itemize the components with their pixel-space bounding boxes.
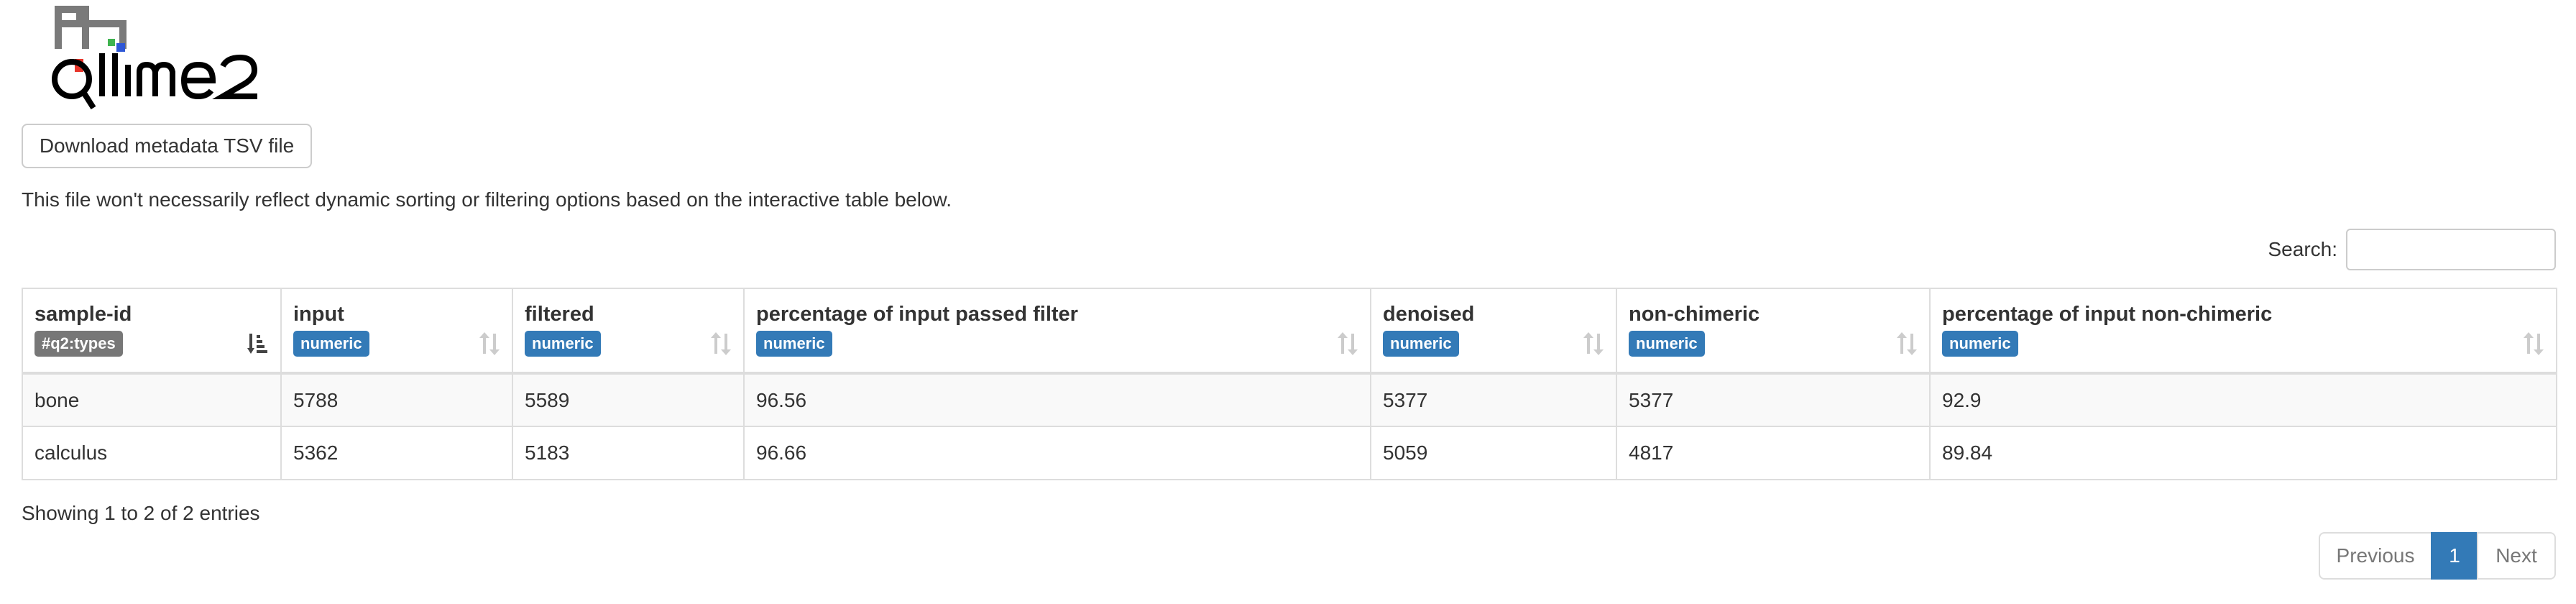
table-cell: calculus (22, 426, 282, 480)
table-header-row: sample-id #q2:types input numeric filtered nu… (22, 288, 2557, 375)
table-cell: 96.66 (743, 426, 1371, 480)
sort-both-icon[interactable] (2523, 331, 2544, 357)
sort-both-icon[interactable] (1896, 331, 1918, 357)
table-cell: 89.84 (1929, 426, 2557, 480)
column-header[interactable]: denoised numeric (1370, 288, 1617, 375)
column-header[interactable]: non-chimeric numeric (1616, 288, 1931, 375)
table-cell: 5377 (1370, 372, 1617, 427)
table-cell: 5788 (280, 372, 513, 427)
column-header[interactable]: percentage of input passed filter numeric (743, 288, 1371, 375)
type-badge: numeric (293, 331, 369, 357)
type-badge: numeric (1942, 331, 2018, 357)
table-cell: bone (22, 372, 282, 427)
metadata-table: sample-id #q2:types input numeric filtered nu… (22, 288, 2557, 480)
table-cell: 5183 (512, 426, 745, 480)
table-cell: 92.9 (1929, 372, 2557, 427)
search-label: Search: (2268, 238, 2338, 260)
column-header[interactable]: percentage of input non-chimeric numeric (1929, 288, 2557, 375)
type-badge: numeric (1629, 331, 1705, 357)
type-badge: numeric (1383, 331, 1459, 357)
column-title: non-chimeric (1629, 303, 1760, 326)
search-input[interactable] (2346, 229, 2556, 270)
download-metadata-button[interactable]: Download metadata TSV file (22, 124, 312, 168)
table-info: Showing 1 to 2 of 2 entries (22, 502, 260, 524)
column-title: percentage of input passed filter (756, 303, 1078, 326)
column-title: input (293, 303, 344, 326)
search-container: Search: (2268, 229, 2556, 270)
column-header[interactable]: input numeric (280, 288, 513, 375)
column-header[interactable]: sample-id #q2:types (22, 288, 282, 375)
column-title: percentage of input non-chimeric (1942, 303, 2273, 326)
table-row: calculus 5362 5183 96.66 5059 4817 89.84 (22, 426, 2557, 480)
sort-active-icon[interactable] (247, 331, 269, 357)
sort-both-icon[interactable] (1337, 331, 1358, 357)
type-badge: numeric (525, 331, 601, 357)
table-cell: 96.56 (743, 372, 1371, 427)
table-row: bone 5788 5589 96.56 5377 5377 92.9 (22, 372, 2557, 427)
table-cell: 5377 (1616, 372, 1931, 427)
next-page-button[interactable]: Next (2477, 532, 2556, 580)
download-note: This file won't necessarily reflect dyna… (22, 188, 952, 211)
table-cell: 5362 (280, 426, 513, 480)
table-cell: 4817 (1616, 426, 1931, 480)
column-title: sample-id (34, 303, 132, 326)
table-cell: 5589 (512, 372, 745, 427)
column-title: denoised (1383, 303, 1475, 326)
type-badge: numeric (756, 331, 832, 357)
page-1-button[interactable]: 1 (2431, 532, 2478, 580)
column-title: filtered (525, 303, 594, 326)
pagination: Previous 1 Next (2319, 532, 2556, 580)
type-badge: #q2:types (34, 331, 123, 357)
column-header[interactable]: filtered numeric (512, 288, 745, 375)
table-body: bone 5788 5589 96.56 5377 5377 92.9 calculus 536… (22, 372, 2557, 480)
sort-both-icon[interactable] (1583, 331, 1604, 357)
sort-both-icon[interactable] (710, 331, 732, 357)
previous-page-button[interactable]: Previous (2319, 532, 2432, 580)
sort-both-icon[interactable] (479, 331, 500, 357)
table-cell: 5059 (1370, 426, 1617, 480)
qiime2-logo: qiime2 (52, 6, 258, 110)
